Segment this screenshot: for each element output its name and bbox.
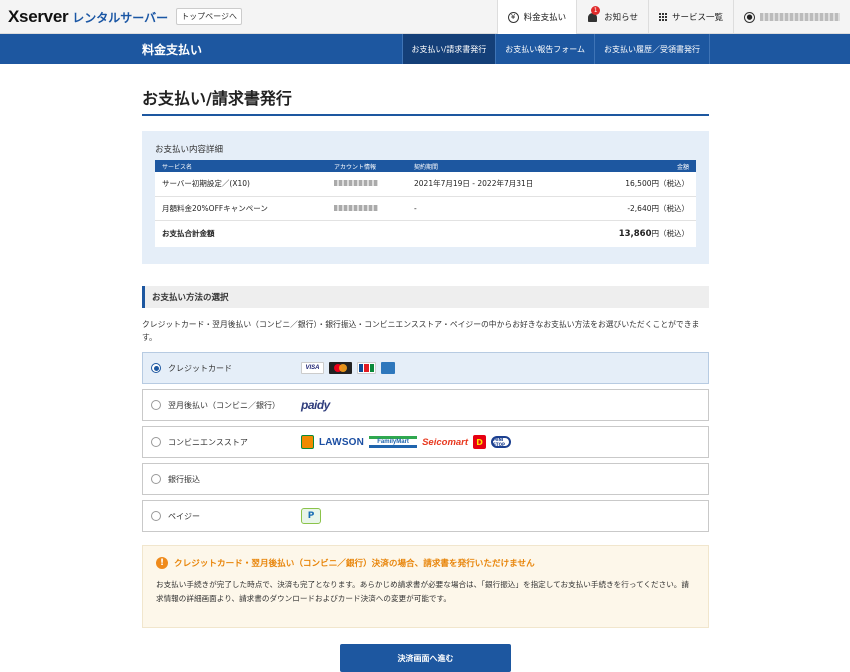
notices-menu[interactable]: 1 お知らせ	[576, 0, 648, 34]
row-period: 2021年7月19日 - 2022年7月31日	[407, 172, 587, 197]
notice-body: お支払い手続きが完了した時点で、決済も完了となります。あらかじめ請求書が必要な場…	[156, 580, 689, 603]
option-bank-transfer[interactable]: 銀行振込	[142, 463, 709, 495]
total-amount: 13,860	[618, 229, 652, 240]
visa-logo: VISA	[301, 362, 324, 374]
logo-brand: Xserver	[8, 6, 69, 26]
table-header: サービス名 アカウント情報 契約期間 金額	[155, 160, 696, 172]
nav-tabs: お支払い/請求書発行 お支払い報告フォーム お支払い履歴／受領書発行	[401, 34, 710, 64]
seven-eleven-logo	[301, 435, 314, 449]
proceed-to-payment-button[interactable]: 決済画面へ進む	[340, 644, 511, 672]
option-label: ペイジー	[168, 511, 200, 521]
invoice-notice: ! クレジットカード・翌月後払い（コンビニ／銀行）決済の場合、請求書を発行いただ…	[142, 545, 709, 628]
method-description: クレジットカード・翌月後払い（コンビニ／銀行）・銀行振込・コンビニエンスストア・…	[142, 320, 700, 342]
services-menu[interactable]: サービス一覧	[647, 0, 733, 34]
detail-label: お支払い内容詳細	[155, 145, 224, 155]
xserver-logo[interactable]: Xserver レンタルサーバー	[8, 7, 168, 27]
radio-credit-card[interactable]	[151, 363, 161, 373]
option-label: コンビニエンスストア	[168, 437, 248, 447]
user-menu[interactable]: ●	[733, 0, 850, 34]
col-service: サービス名	[155, 160, 327, 172]
paidy-logos: paidy	[301, 390, 330, 420]
top-bar: Xserver レンタルサーバー トップページへ ¥ 料金支払い 1 お知らせ …	[0, 0, 850, 34]
row-service: サーバー初期設定／(X10)	[155, 172, 327, 197]
logo-sub: レンタルサーバー	[72, 10, 169, 25]
option-convenience-store[interactable]: コンビニエンスストア LAWSON FamilyMart Seicomart D…	[142, 426, 709, 458]
col-account: アカウント情報	[327, 160, 407, 172]
row-account	[327, 172, 407, 197]
yen-icon: ¥	[507, 11, 519, 23]
option-paidy[interactable]: 翌月後払い（コンビニ／銀行） paidy	[142, 389, 709, 421]
total-label: お支払合計金額	[162, 229, 215, 239]
daily-yamazaki-logo: D	[473, 435, 487, 449]
account-redacted	[334, 204, 378, 211]
row-account	[327, 196, 407, 221]
notices-label: お知らせ	[604, 13, 638, 23]
ministop-logo: MINI STOP	[491, 436, 512, 448]
option-label: 銀行振込	[168, 474, 200, 484]
method-options: クレジットカード VISA 翌月後払い（コンビニ／銀行） paidy コンビニエ…	[142, 352, 709, 532]
total-row: お支払合計金額 13,860円（税込）	[155, 220, 696, 247]
username-redacted	[760, 13, 840, 21]
notice-badge: 1	[591, 6, 601, 15]
option-label: クレジットカード	[168, 363, 232, 373]
seicomart-logo: Seicomart	[422, 436, 469, 448]
top-page-link[interactable]: トップページへ	[176, 8, 243, 25]
payment-menu-label: 料金支払い	[523, 13, 567, 23]
row-amount: 16,500円（税込）	[587, 172, 696, 197]
payeasy-logos: P	[301, 501, 321, 531]
table-row: サーバー初期設定／(X10) 2021年7月19日 - 2022年7月31日 1…	[155, 172, 696, 197]
radio-paidy[interactable]	[151, 400, 161, 410]
nav-title: 料金支払い	[142, 42, 203, 57]
account-redacted	[334, 180, 378, 187]
user-icon: ●	[744, 11, 755, 23]
table-row: 月額料金20%OFFキャンペーン - -2,640円（税込）	[155, 196, 696, 221]
detail-table: サービス名 アカウント情報 契約期間 金額 サーバー初期設定／(X10) 202…	[155, 160, 696, 247]
radio-payeasy[interactable]	[151, 511, 161, 521]
row-amount: -2,640円（税込）	[587, 196, 696, 221]
col-period: 契約期間	[407, 160, 587, 172]
card-logos: VISA	[301, 353, 395, 383]
payment-menu[interactable]: ¥ 料金支払い	[496, 0, 577, 34]
tab-payment-invoice[interactable]: お支払い/請求書発行	[401, 34, 496, 64]
grid-icon	[658, 13, 667, 21]
method-section-title: お支払い方法の選択	[142, 286, 709, 308]
row-period: -	[407, 196, 587, 221]
nav-bar: 料金支払い お支払い/請求書発行 お支払い報告フォーム お支払い履歴／受領書発行	[0, 34, 850, 64]
familymart-logo: FamilyMart	[369, 436, 418, 448]
radio-bank-transfer[interactable]	[151, 474, 161, 484]
option-credit-card[interactable]: クレジットカード VISA	[142, 352, 709, 384]
option-label: 翌月後払い（コンビニ／銀行）	[168, 400, 280, 410]
option-payeasy[interactable]: ペイジー P	[142, 500, 709, 532]
main-content: お支払い/請求書発行 お支払い内容詳細 サービス名 アカウント情報 契約期間 金…	[142, 64, 709, 672]
top-right-menu: ¥ 料金支払い 1 お知らせ サービス一覧 ●	[496, 0, 850, 34]
jcb-logo	[357, 362, 376, 374]
payment-detail-box: お支払い内容詳細 サービス名 アカウント情報 契約期間 金額 サーバー初期設定／…	[142, 131, 709, 264]
paidy-logo: paidy	[301, 398, 330, 412]
tab-payment-history[interactable]: お支払い履歴／受領書発行	[594, 34, 710, 64]
lawson-logo: LAWSON	[319, 436, 365, 448]
amex-logo	[381, 362, 395, 374]
notice-header: ! クレジットカード・翌月後払い（コンビニ／銀行）決済の場合、請求書を発行いただ…	[156, 557, 695, 569]
total-amount-cell: 13,860円（税込）	[587, 220, 696, 247]
mastercard-logo	[329, 362, 352, 374]
radio-convenience-store[interactable]	[151, 437, 161, 447]
warning-icon: !	[156, 557, 168, 569]
payeasy-logo: P	[301, 508, 321, 524]
row-service: 月額料金20%OFFキャンペーン	[155, 196, 327, 221]
page-title: お支払い/請求書発行	[142, 85, 709, 116]
store-logos: LAWSON FamilyMart Seicomart D MINI STOP	[301, 427, 512, 457]
tab-payment-report[interactable]: お支払い報告フォーム	[495, 34, 594, 64]
services-label: サービス一覧	[671, 13, 723, 23]
notice-title: クレジットカード・翌月後払い（コンビニ／銀行）決済の場合、請求書を発行いただけま…	[174, 559, 535, 569]
bell-icon: 1	[587, 6, 601, 23]
total-suffix: 円（税込）	[651, 229, 690, 239]
col-amount: 金額	[587, 160, 696, 172]
